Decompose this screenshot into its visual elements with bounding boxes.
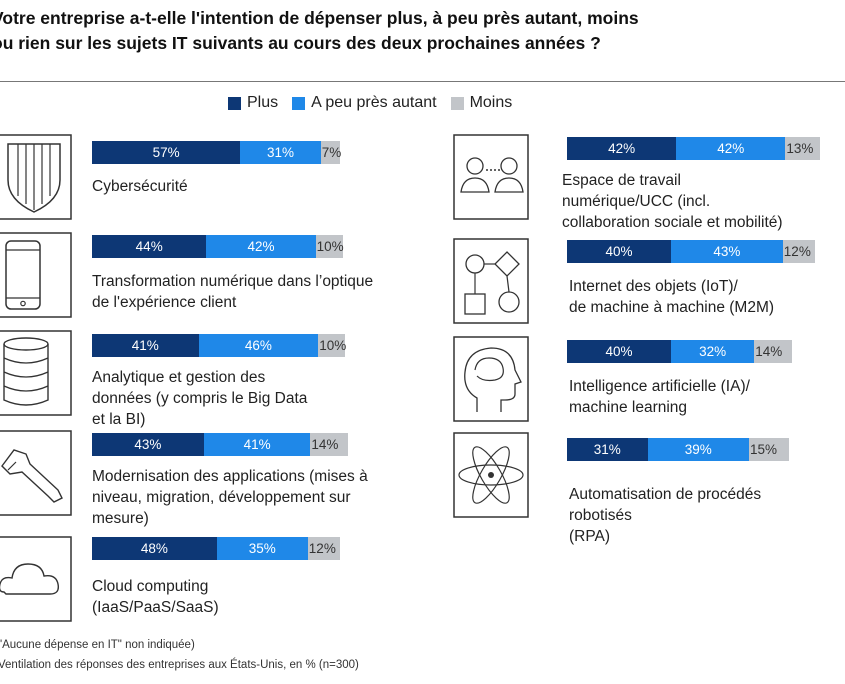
category-label-line: (IaaS/PaaS/SaaS): [92, 599, 219, 616]
category-label-line: niveau, migration, développement sur: [92, 489, 351, 506]
category-label-line: collaboration sociale et mobilité): [562, 214, 783, 231]
category-label-line: Transformation numérique dans l’optique: [92, 273, 374, 290]
legend-item-moins: Moins: [450, 94, 513, 112]
bar-segment-moins: 12%: [307, 537, 340, 560]
bar-segment-plus: 40%: [567, 340, 671, 363]
bar-segment-moins: 7%: [320, 141, 341, 164]
bar-segment-plus: 41%: [92, 334, 199, 357]
category-label-line: Cybersécurité: [92, 178, 188, 195]
title-divider: [0, 81, 845, 82]
bar-segment-plus: 48%: [92, 537, 217, 560]
category-label-2: Analytique et gestion des données (y comp…: [92, 367, 307, 430]
category-label-3: Modernisation des applications (mises à n…: [92, 466, 368, 529]
legend-label-moins: Moins: [469, 94, 513, 111]
bar-segment-autant: 41%: [203, 433, 311, 456]
bar-segment-plus: 42%: [567, 137, 677, 160]
smartphone-icon: [0, 232, 72, 318]
bar-segment-moins: 14%: [310, 433, 348, 456]
category-label-line: Modernisation des applications (mises à: [92, 468, 368, 485]
chart-title: Votre entreprise a-t-elle l'intention de…: [0, 6, 845, 56]
category-label-line: Internet des objets (IoT)/: [569, 278, 738, 295]
bar-row-2: 41% 46% 10%: [92, 334, 346, 357]
title-line-2: ou rien sur les sujets IT suivants au co…: [0, 33, 601, 53]
bar-row-7: 40% 32% 14%: [567, 340, 792, 363]
category-label-line: mesure): [92, 510, 149, 527]
category-label-line: Analytique et gestion des: [92, 369, 266, 386]
category-label-line: et la BI): [92, 411, 146, 428]
database-icon: [0, 330, 72, 416]
bar-segment-autant: 32%: [671, 340, 755, 363]
iot-flow-icon: [453, 238, 529, 324]
cloud-icon: [0, 536, 72, 622]
title-line-1: Votre entreprise a-t-elle l'intention de…: [0, 8, 639, 28]
bar-row-0: 57% 31% 7%: [92, 141, 341, 164]
bar-row-4: 48% 35% 12%: [92, 537, 340, 560]
category-label-line: Automatisation de procédés: [569, 486, 762, 503]
legend-label-plus: Plus: [247, 94, 279, 111]
bar-segment-plus: 44%: [92, 235, 207, 258]
bar-segment-autant: 35%: [216, 537, 308, 560]
bar-row-8: 31% 39% 15%: [567, 438, 789, 461]
bar-row-3: 43% 41% 14%: [92, 433, 348, 456]
shield-icon: [0, 134, 72, 220]
legend: Plus A peu près autant Moins: [228, 94, 512, 112]
head-brain-icon: [453, 336, 529, 422]
bar-row-6: 40% 43% 12%: [567, 240, 815, 263]
bar-row-1: 44% 42% 10%: [92, 235, 344, 258]
bar-segment-moins: 10%: [318, 334, 346, 357]
category-label-line: machine learning: [569, 399, 688, 416]
legend-item-autant: A peu près autant: [292, 94, 437, 112]
legend-swatch-plus: [228, 96, 241, 110]
bar-segment-plus: 57%: [92, 141, 241, 164]
bar-segment-autant: 42%: [206, 235, 316, 258]
category-label-5: Espace de travail numérique/UCC (incl. col…: [562, 170, 783, 233]
footnote-2: Ventilation des réponses des entreprises…: [0, 659, 359, 671]
bar-row-5: 42% 42% 13%: [567, 137, 821, 160]
category-label-4: Cloud computing (IaaS/PaaS/SaaS): [92, 576, 219, 618]
category-label-line: numérique/UCC (incl.: [562, 193, 711, 210]
category-label-line: robotisés: [569, 507, 632, 524]
bar-segment-plus: 31%: [567, 438, 648, 461]
bar-segment-moins: 12%: [782, 240, 815, 263]
bar-segment-moins: 13%: [785, 137, 821, 160]
legend-swatch-moins: [450, 96, 464, 110]
category-label-1: Transformation numérique dans l’optique d…: [92, 271, 373, 313]
category-label-8: Automatisation de procédés robotisés (RPA): [569, 484, 761, 547]
category-label-line: Cloud computing: [92, 578, 209, 595]
category-label-7: Intelligence artificielle (IA)/ machine l…: [569, 376, 750, 418]
bar-segment-autant: 42%: [676, 137, 786, 160]
people-chat-icon: [453, 134, 529, 220]
bar-segment-plus: 40%: [567, 240, 671, 263]
bar-segment-autant: 46%: [198, 334, 319, 357]
bar-segment-moins: 14%: [754, 340, 792, 363]
legend-item-plus: Plus: [228, 94, 278, 112]
category-label-line: Espace de travail: [562, 172, 681, 189]
bar-segment-autant: 43%: [671, 240, 783, 263]
bar-segment-moins: 15%: [748, 438, 789, 461]
bar-segment-autant: 39%: [647, 438, 749, 461]
legend-swatch-autant: [292, 96, 306, 110]
category-label-line: (RPA): [569, 528, 611, 545]
footnote-1: "Aucune dépense en IT" non indiquée): [0, 639, 195, 651]
bar-segment-moins: 10%: [315, 235, 344, 258]
category-label-6: Internet des objets (IoT)/ de machine à m…: [569, 276, 774, 318]
bar-segment-autant: 31%: [240, 141, 321, 164]
category-label-0: Cybersécurité: [92, 176, 188, 197]
category-label-line: Intelligence artificielle (IA)/: [569, 378, 750, 395]
category-label-line: de l'expérience client: [92, 294, 237, 311]
category-label-line: de machine à machine (M2M): [569, 299, 775, 316]
bar-segment-plus: 43%: [92, 433, 204, 456]
legend-label-autant: A peu près autant: [311, 94, 437, 111]
wrench-icon: [0, 430, 72, 516]
category-label-line: données (y compris le Big Data: [92, 390, 308, 407]
atom-icon: [453, 432, 529, 518]
